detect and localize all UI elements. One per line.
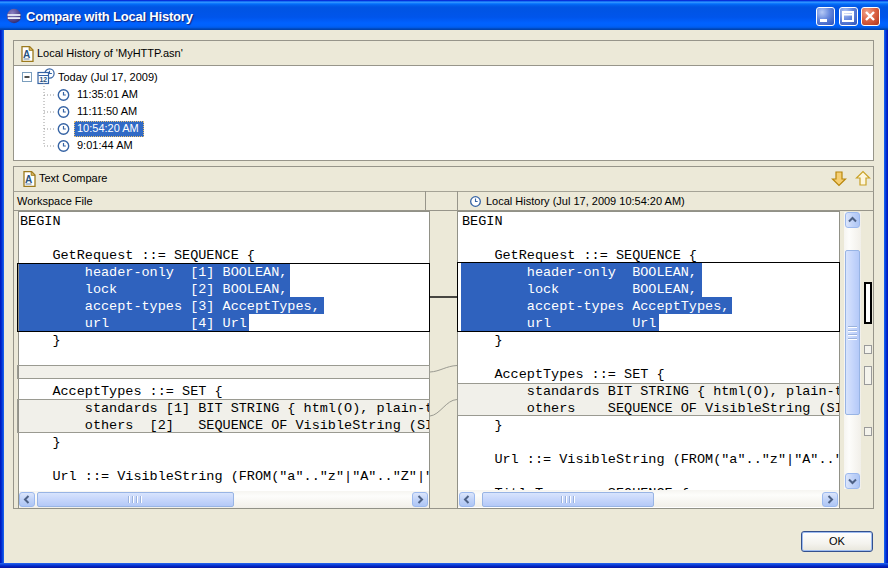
svg-text:A: A — [25, 174, 32, 185]
svg-text:A: A — [23, 49, 30, 60]
